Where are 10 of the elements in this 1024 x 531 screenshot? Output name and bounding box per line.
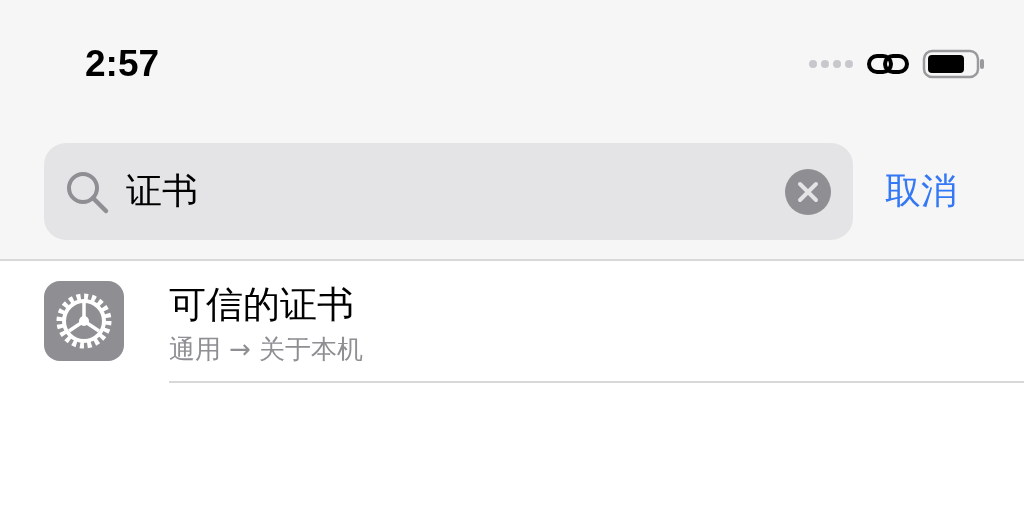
result-title[interactable]: 可信的证书 bbox=[169, 281, 1024, 329]
result-path: 通用 → 关于本机 bbox=[169, 333, 365, 366]
gear-icon bbox=[44, 281, 124, 361]
link-icon bbox=[866, 51, 910, 77]
cancel-button[interactable]: 取消 bbox=[885, 167, 957, 216]
clear-button[interactable] bbox=[785, 168, 831, 215]
battery-icon bbox=[922, 49, 986, 79]
signal-icon bbox=[808, 59, 854, 69]
status-time: 2:57 bbox=[85, 43, 160, 85]
search-field[interactable]: 证书 bbox=[44, 143, 853, 240]
